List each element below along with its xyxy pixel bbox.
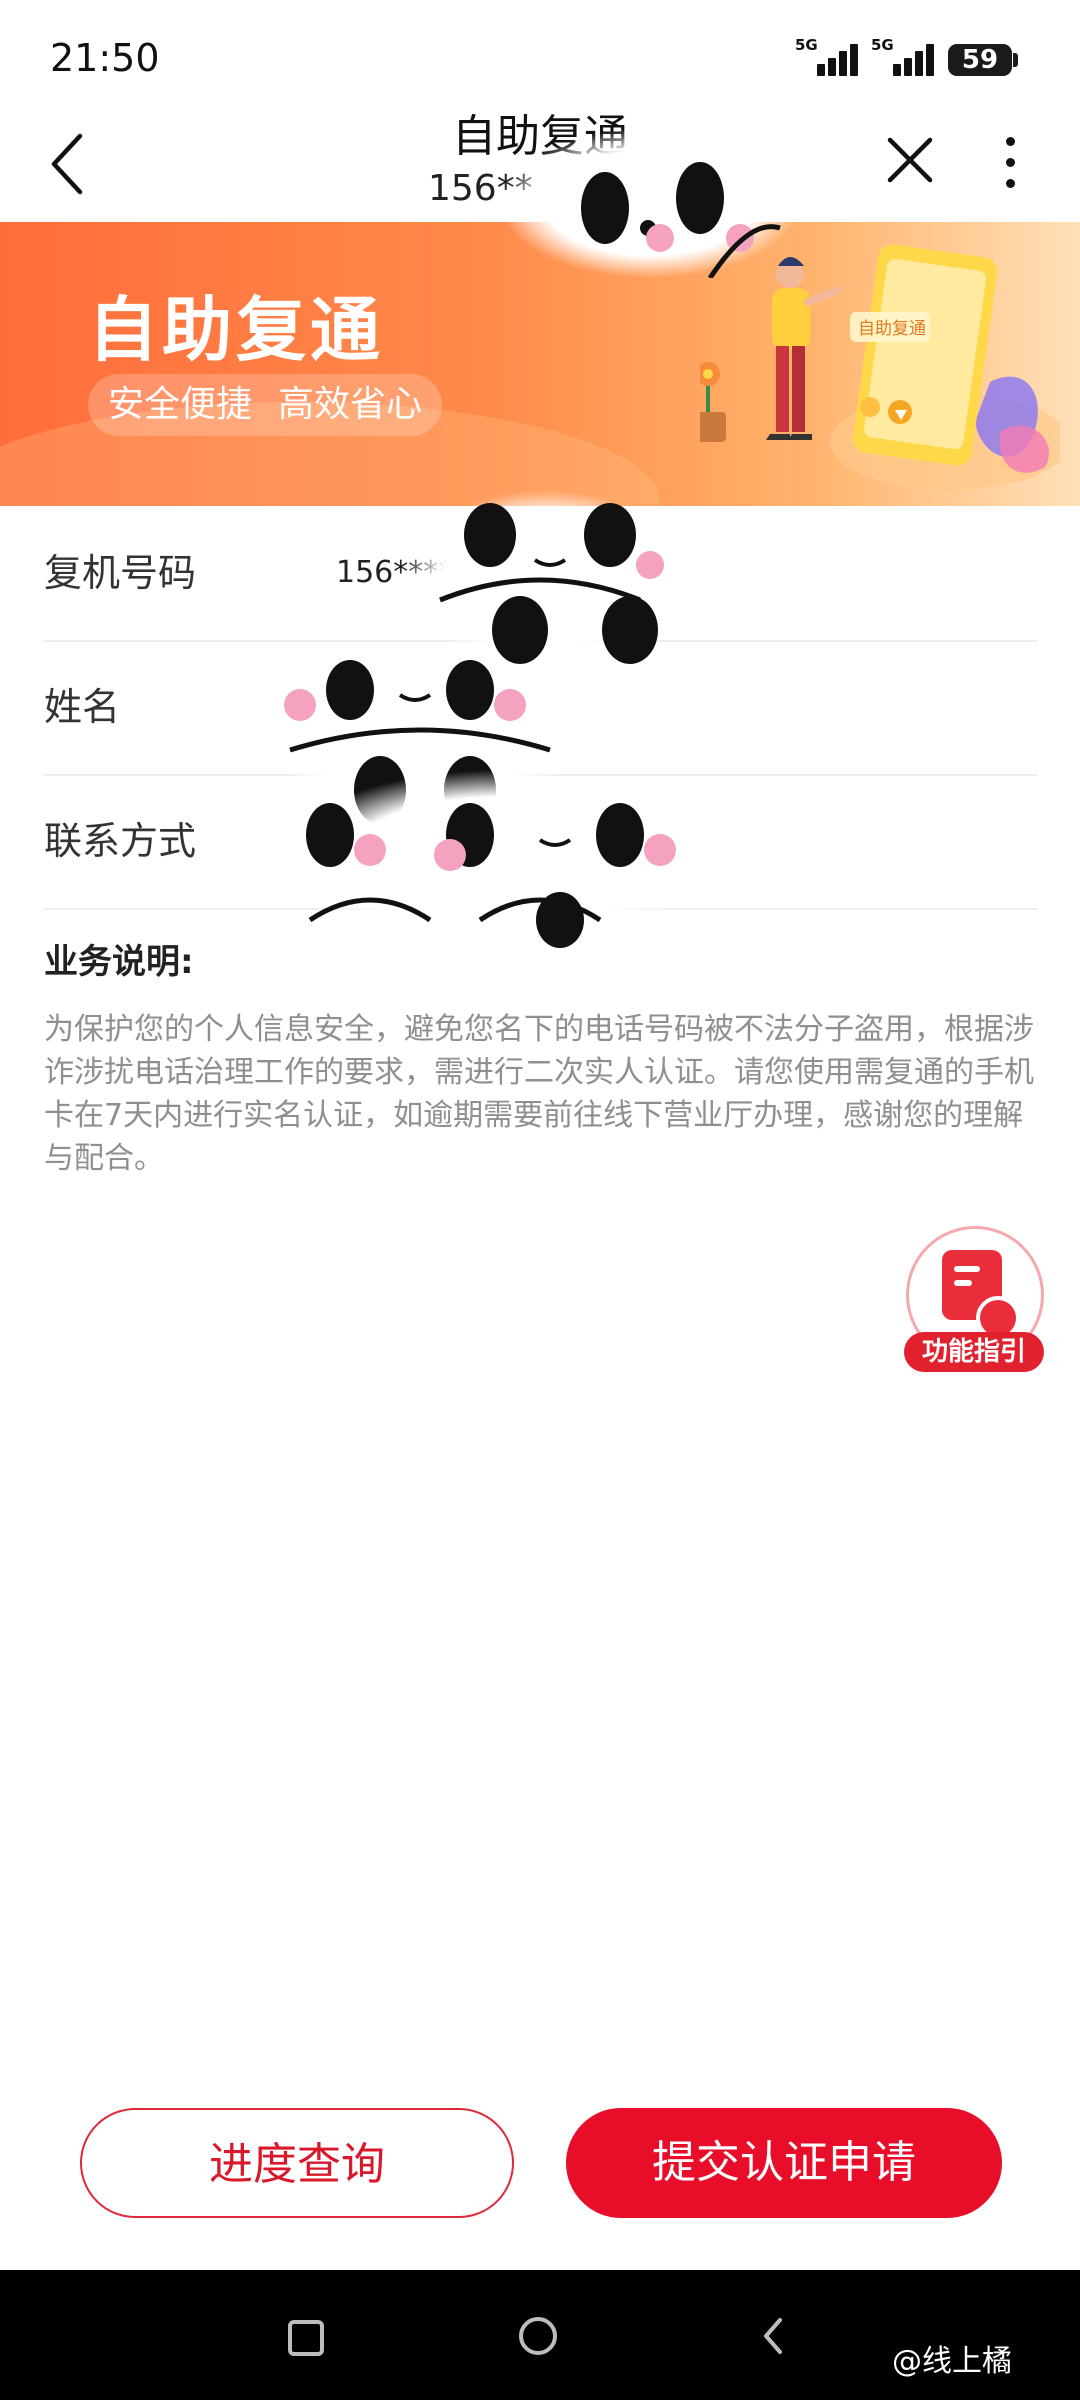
phone-value: 156**** — [336, 555, 454, 590]
battery-icon: 59 — [948, 44, 1012, 76]
feature-guide-button[interactable]: 功能指引 — [904, 1226, 1044, 1372]
phone-label: 复机号码 — [44, 551, 197, 595]
system-back-icon[interactable] — [758, 2316, 788, 2356]
back-icon[interactable] — [40, 128, 96, 200]
close-icon[interactable] — [880, 130, 940, 190]
name-label: 姓名 — [44, 685, 121, 729]
progress-query-button[interactable]: 进度查询 — [80, 2108, 514, 2218]
banner-tag-safe: 安全便捷 — [108, 384, 253, 425]
description-title: 业务说明: — [44, 942, 194, 982]
status-time: 21:50 — [50, 36, 160, 80]
home-icon[interactable] — [519, 2317, 557, 2355]
page-subtitle: 156** — [428, 168, 533, 209]
recents-icon[interactable] — [288, 2320, 324, 2356]
signal-icon-2: 5G — [871, 36, 935, 76]
top-nav: 自助复通 156** — [0, 110, 1080, 222]
description-text: 为保护您的个人信息安全，避免您名下的电话号码被不法分子盗用，根据涉诈涉扰电话治理… — [44, 1012, 1034, 1176]
banner-phone-label: 自助复通 — [858, 319, 926, 339]
feature-guide-label: 功能指引 — [904, 1332, 1044, 1372]
battery-tip — [1013, 53, 1018, 67]
status-bar: 21:50 5G 5G 59 — [0, 0, 1080, 110]
signal-icon: 5G — [795, 36, 859, 76]
banner: 自助复通 安全便捷 高效省心 自助复通 — [0, 222, 1080, 506]
system-nav-bar — [0, 2270, 1080, 2400]
network-type-label: 5G — [795, 36, 818, 54]
network-type-label-2: 5G — [871, 36, 894, 54]
banner-tags: 安全便捷 高效省心 — [88, 374, 443, 436]
contact-label: 联系方式 — [44, 819, 197, 863]
submit-application-button[interactable]: 提交认证申请 — [566, 2108, 1002, 2218]
form-row-phone: 复机号码 156**** — [44, 506, 1038, 642]
more-icon[interactable] — [995, 132, 1025, 196]
form-row-contact[interactable]: 联系方式 — [44, 774, 1038, 910]
banner-title: 自助复通 — [88, 289, 384, 371]
banner-tag-efficient: 高效省心 — [278, 384, 423, 425]
watermark: @线上橘 — [892, 2344, 1012, 2379]
form-row-name[interactable]: 姓名 — [44, 640, 1038, 776]
banner-illustration: 自助复通 — [700, 244, 1060, 490]
